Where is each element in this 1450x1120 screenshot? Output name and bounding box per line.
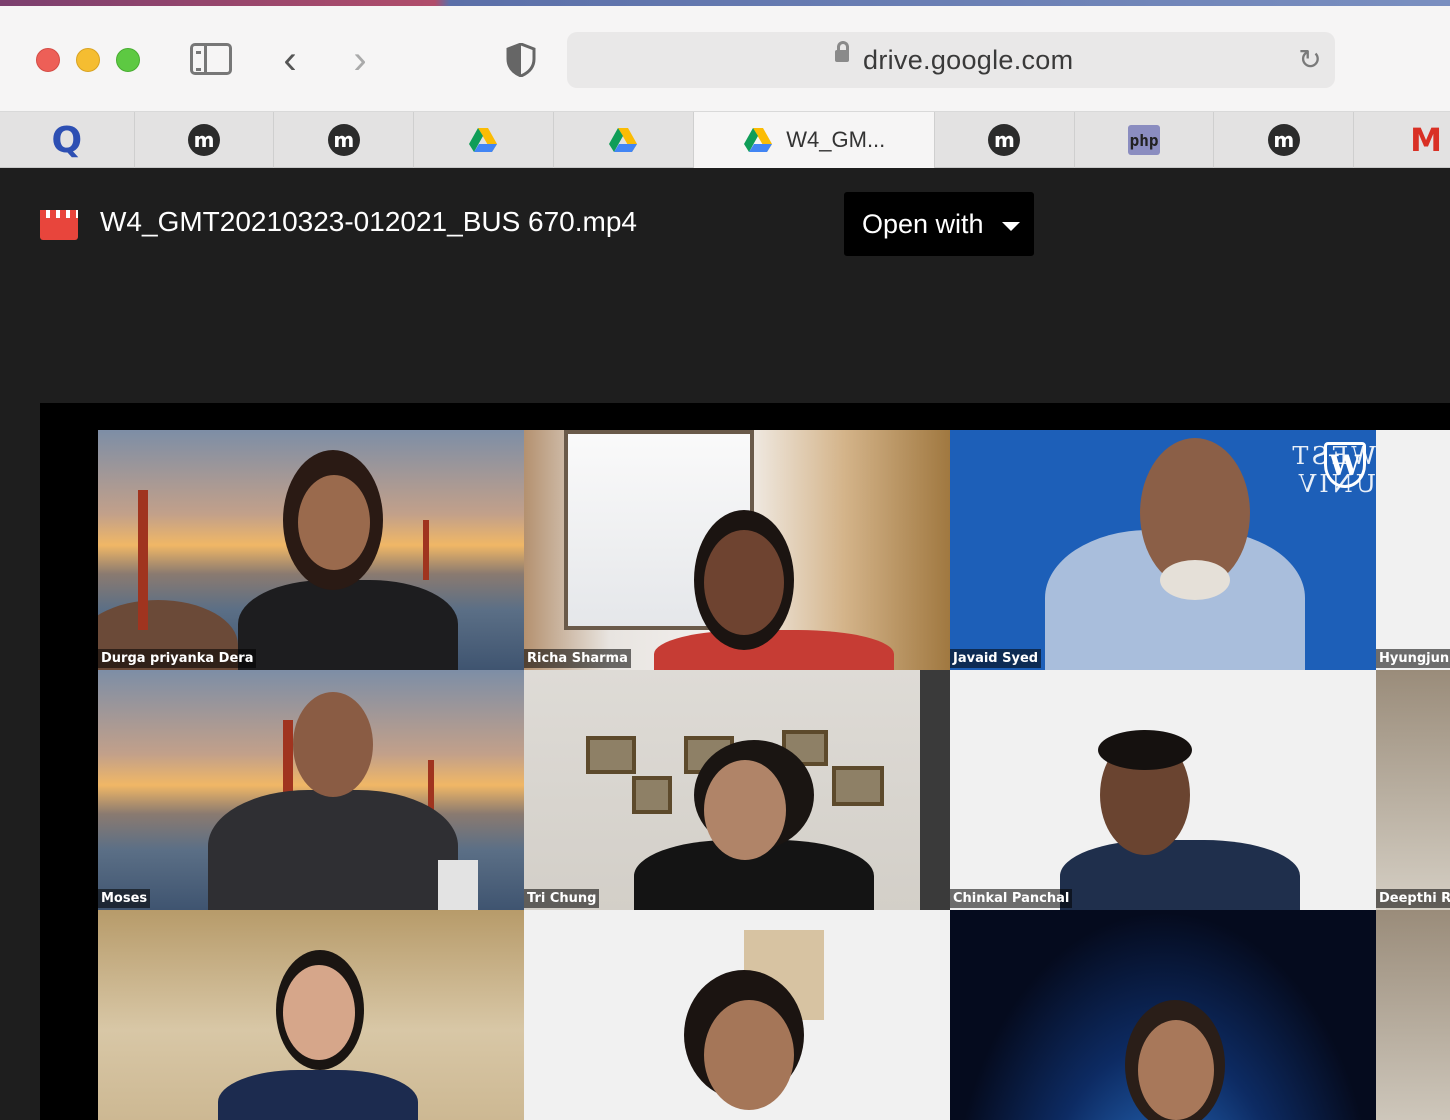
zoom-window-button[interactable] — [116, 48, 140, 72]
video-player[interactable]: Durga priyanka Dera Richa Sharma W WEST … — [40, 403, 1450, 1120]
google-drive-icon — [607, 124, 639, 156]
participant-tile: Deepthi Raje — [1376, 670, 1450, 910]
google-drive-icon — [467, 124, 499, 156]
tab-php[interactable]: php — [1075, 112, 1215, 168]
tab-label: W4_GM... — [786, 127, 886, 152]
wall-picture — [632, 776, 672, 814]
m-icon: m — [188, 124, 221, 156]
participant-name: Hyungjun Jo — [1376, 649, 1450, 668]
tab-m-3[interactable]: m — [935, 112, 1075, 168]
wall-picture — [586, 736, 636, 774]
person-body — [218, 1070, 418, 1120]
participant-tile: Chinkal Panchal — [950, 670, 1376, 910]
person-face — [1138, 1020, 1214, 1120]
person-face — [293, 692, 373, 797]
php-icon: php — [1128, 125, 1161, 155]
google-drive-icon — [742, 124, 774, 156]
back-icon[interactable]: ‹ — [272, 38, 308, 82]
participant-tile — [1376, 910, 1450, 1120]
participant-name: Javaid Syed — [950, 649, 1042, 668]
participant-tile: Durga priyanka Dera — [98, 430, 524, 670]
open-with-button[interactable]: Open with — [844, 192, 1034, 256]
tab-drive-1[interactable] — [414, 112, 554, 168]
person-beard — [1160, 560, 1230, 600]
person-body — [1060, 840, 1300, 910]
person-body — [238, 580, 458, 670]
person-face — [298, 475, 370, 570]
person-face — [704, 530, 784, 635]
person-face — [283, 965, 355, 1060]
m-icon: m — [327, 124, 360, 156]
participant-tile: Hyungjun Jo — [1376, 430, 1450, 670]
participant-name: Durga priyanka Dera — [98, 649, 257, 668]
q-icon: Q — [51, 119, 83, 161]
gmail-icon: M — [1410, 121, 1442, 159]
participant-name: Richa Sharma — [524, 649, 631, 668]
tab-drive-2[interactable] — [554, 112, 694, 168]
address-url: drive.google.com — [863, 45, 1074, 75]
chevron-down-icon — [1001, 221, 1020, 231]
window-accent-bar — [0, 0, 1450, 6]
participant-name: Deepthi Raje — [1376, 889, 1450, 908]
privacy-shield-icon[interactable] — [504, 42, 538, 78]
participant-tile: Richa Sharma — [524, 430, 950, 670]
participant-tile — [98, 910, 524, 1120]
tab-active-drive[interactable]: W4_GM... — [693, 112, 936, 168]
person-face — [704, 1000, 794, 1110]
bridge-tower — [423, 520, 429, 580]
participant-name: Moses — [98, 889, 151, 908]
forward-icon[interactable]: › — [342, 38, 378, 82]
m-icon: m — [988, 124, 1021, 156]
participant-tile — [524, 910, 950, 1120]
participant-tile: Moses — [98, 670, 524, 910]
minimize-window-button[interactable] — [76, 48, 100, 72]
close-window-button[interactable] — [36, 48, 60, 72]
browser-toolbar: ‹ › drive.google.com ↻ — [0, 0, 1450, 112]
tab-m-1[interactable]: m — [135, 112, 275, 168]
wall-picture — [832, 766, 884, 806]
participant-name: Chinkal Panchal — [950, 889, 1073, 908]
tab-m-2[interactable]: m — [274, 112, 415, 168]
person-face — [704, 760, 786, 860]
university-logo-text: WEST UNIV — [1289, 442, 1376, 498]
tab-quizlet[interactable]: Q — [0, 112, 135, 168]
tab-strip: Q m m W4_GM... m php m M — [0, 112, 1450, 168]
m-icon: m — [1267, 124, 1300, 156]
address-bar[interactable]: drive.google.com ↻ — [567, 32, 1335, 88]
lock-icon — [835, 41, 849, 62]
cloth-shape — [438, 860, 478, 910]
participant-tile: Tri Chung — [524, 670, 950, 910]
participant-tile — [950, 910, 1376, 1120]
reload-icon[interactable]: ↻ — [1295, 44, 1325, 75]
door-edge — [920, 670, 950, 910]
tab-gmail[interactable]: M — [1354, 112, 1450, 168]
participant-tile: W WEST UNIV Javaid Syed — [950, 430, 1376, 670]
bridge-tower — [138, 490, 148, 630]
open-with-label: Open with — [862, 208, 984, 239]
sidebar-toggle-icon[interactable] — [190, 43, 232, 75]
tab-m-4[interactable]: m — [1214, 112, 1355, 168]
person-hair — [1098, 730, 1192, 770]
video-file-icon — [40, 210, 78, 240]
file-title: W4_GMT20210323-012021_BUS 670.mp4 — [100, 206, 638, 237]
participant-name: Tri Chung — [524, 889, 600, 908]
person-body — [208, 790, 458, 910]
